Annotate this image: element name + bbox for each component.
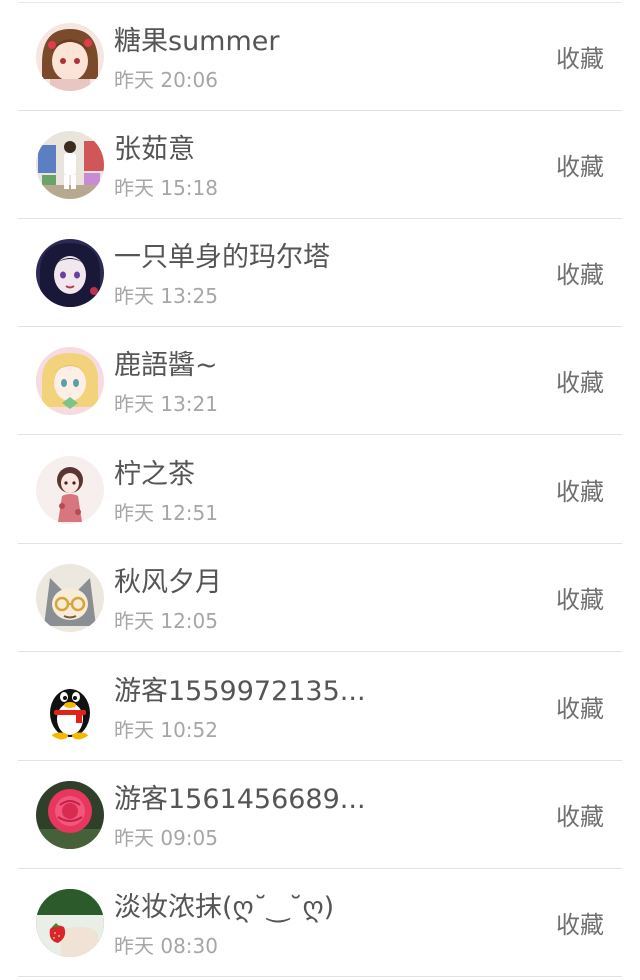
list-item[interactable]: 游客1561456689... 昨天 09:05 收藏 xyxy=(0,761,640,869)
item-time: 昨天 15:18 xyxy=(114,176,218,200)
rose-avatar[interactable] xyxy=(36,781,104,849)
item-name: 柠之茶 xyxy=(114,459,195,490)
favorite-button[interactable]: 收藏 xyxy=(556,39,604,79)
list-item[interactable]: 糖果summer 昨天 20:06 收藏 xyxy=(0,3,640,111)
item-time: 昨天 10:52 xyxy=(114,718,218,742)
favorite-button[interactable]: 收藏 xyxy=(556,689,604,729)
item-name: 鹿語醬~ xyxy=(114,350,218,381)
item-time: 昨天 13:21 xyxy=(114,392,218,416)
item-name: 糖果summer xyxy=(114,26,280,57)
item-name: 淡妆浓抹(ღ˘‿˘ღ) xyxy=(114,892,335,923)
favorite-button[interactable]: 收藏 xyxy=(556,363,604,403)
item-name: 秋风夕月 xyxy=(114,567,222,598)
visitor-list: 糖果summer 昨天 20:06 收藏 张茹意 昨天 15:18 收藏 一只单… xyxy=(0,0,640,980)
stage-photo-avatar[interactable] xyxy=(36,131,104,199)
chibi-girl-avatar[interactable] xyxy=(36,456,104,524)
favorite-button[interactable]: 收藏 xyxy=(556,580,604,620)
list-item[interactable]: 秋风夕月 昨天 12:05 收藏 xyxy=(0,544,640,652)
favorite-button[interactable]: 收藏 xyxy=(556,147,604,187)
item-time: 昨天 12:51 xyxy=(114,501,218,525)
glasses-cat-avatar[interactable] xyxy=(36,564,104,632)
list-item[interactable]: 张茹意 昨天 15:18 收藏 xyxy=(0,111,640,219)
item-time: 昨天 13:25 xyxy=(114,284,218,308)
list-item[interactable]: 鹿語醬~ 昨天 13:21 收藏 xyxy=(0,327,640,435)
item-time: 昨天 09:05 xyxy=(114,826,218,850)
item-name: 游客1561456689... xyxy=(114,784,366,815)
item-name: 张茹意 xyxy=(114,134,195,165)
list-item[interactable]: 柠之茶 昨天 12:51 收藏 xyxy=(0,436,640,544)
dark-anime-avatar[interactable] xyxy=(36,239,104,307)
list-item[interactable]: 淡妆浓抹(ღ˘‿˘ღ) 昨天 08:30 收藏 xyxy=(0,869,640,977)
item-time: 昨天 20:06 xyxy=(114,68,218,92)
favorite-button[interactable]: 收藏 xyxy=(556,255,604,295)
favorite-button[interactable]: 收藏 xyxy=(556,472,604,512)
favorite-button[interactable]: 收藏 xyxy=(556,905,604,945)
item-time: 昨天 08:30 xyxy=(114,934,218,958)
list-item[interactable]: 一只单身的玛尔塔 昨天 13:25 收藏 xyxy=(0,219,640,327)
favorite-button[interactable]: 收藏 xyxy=(556,797,604,837)
qq-penguin-avatar[interactable] xyxy=(36,673,104,741)
item-name: 一只单身的玛尔塔 xyxy=(114,242,330,273)
item-name: 游客1559972135... xyxy=(114,676,366,707)
item-time: 昨天 12:05 xyxy=(114,609,218,633)
list-item[interactable]: 游客1559972135... 昨天 10:52 收藏 xyxy=(0,653,640,761)
anime-girl-red-avatar[interactable] xyxy=(36,23,104,91)
blonde-anime-avatar[interactable] xyxy=(36,347,104,415)
strawberry-hand-avatar[interactable] xyxy=(36,889,104,957)
